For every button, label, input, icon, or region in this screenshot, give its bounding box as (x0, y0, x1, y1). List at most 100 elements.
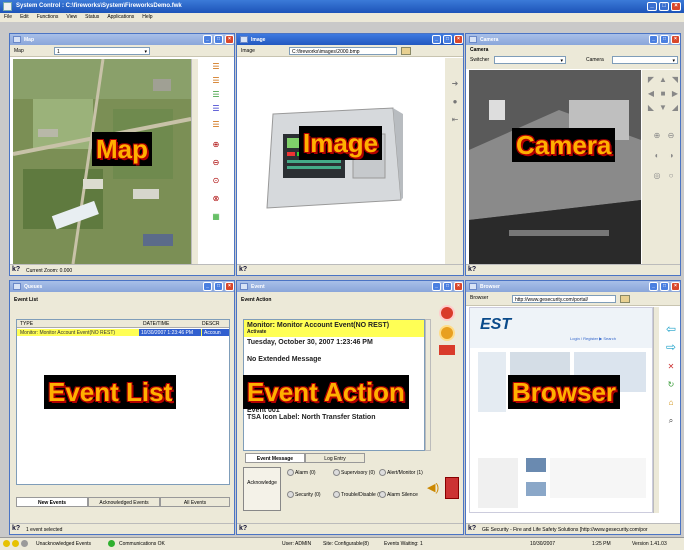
layer-icon[interactable]: ☰ (209, 89, 223, 101)
fire-alarm-icon[interactable] (445, 477, 459, 499)
browser-address-input[interactable]: http://www.gesecurity.com/portal/ (512, 295, 616, 303)
menu-view[interactable]: View (66, 14, 77, 21)
alarm-stop-icon[interactable] (439, 305, 455, 321)
arrow-left-icon[interactable]: ⇤ (448, 114, 462, 126)
minimize-icon[interactable]: _ (647, 2, 657, 11)
row-type: Monitor: Monitor Account Event(NO REST) (20, 330, 116, 336)
camera-close-icon[interactable]: × (671, 35, 680, 44)
close-icon[interactable]: × (671, 2, 681, 11)
camera-video-feed[interactable] (469, 70, 641, 264)
zoom-out-icon[interactable]: ⊖ (209, 157, 223, 169)
maximize-icon[interactable]: □ (659, 2, 669, 11)
browser-maximize-icon[interactable]: □ (660, 282, 669, 291)
event-extended: No Extended Message (247, 356, 322, 363)
column-header-datetime[interactable]: DATE/TIME (143, 321, 169, 327)
acknowledge-button[interactable]: Acknowledge (243, 467, 281, 511)
map-minimize-icon[interactable]: _ (203, 35, 212, 44)
grid-icon[interactable]: ▦ (209, 211, 223, 223)
menu-edit[interactable]: Edit (20, 14, 29, 21)
help-icon[interactable]: k? (12, 266, 20, 273)
camera-select[interactable]: ▾ (612, 56, 678, 64)
disable-icon[interactable] (439, 325, 455, 341)
tab-log-entry[interactable]: Log Entry (305, 453, 365, 463)
browser-close-icon[interactable]: × (671, 282, 680, 291)
arrow-up-right-icon[interactable]: ◥ (668, 74, 680, 86)
chevron-down-icon: ▾ (144, 49, 147, 55)
zoom-in-icon[interactable]: ⊕ (650, 130, 664, 142)
zoom-fit-icon[interactable]: ⊗ (209, 193, 223, 205)
table-row[interactable]: Monitor: Monitor Account Event(NO REST) … (17, 329, 229, 336)
refresh-icon[interactable]: ↻ (664, 379, 678, 391)
browser-minimize-icon[interactable]: _ (649, 282, 658, 291)
image-minimize-icon[interactable]: _ (432, 35, 441, 44)
queues-maximize-icon[interactable]: □ (214, 282, 223, 291)
help-icon[interactable]: k? (468, 525, 476, 532)
arrow-right-icon[interactable]: ➜ (448, 78, 462, 90)
map-layer-select[interactable]: 1 ▾ (54, 47, 150, 55)
menu-help[interactable]: Help (142, 14, 152, 21)
forward-arrow-icon[interactable]: ⇨ (664, 341, 678, 353)
speaker-icon[interactable]: ◀) (427, 481, 439, 494)
help-icon[interactable]: k? (12, 525, 20, 532)
web-login-link[interactable]: Login / Register ▶ Search (570, 336, 616, 341)
help-icon[interactable]: k? (239, 266, 247, 273)
image-close-icon[interactable]: × (454, 35, 463, 44)
image-maximize-icon[interactable]: □ (443, 35, 452, 44)
zoom-out-icon[interactable]: ⊖ (664, 130, 678, 142)
back-arrow-icon[interactable]: ⇦ (664, 323, 678, 335)
tab-new-events[interactable]: New Events (16, 497, 88, 507)
image-pane-icon (240, 36, 248, 43)
queues-minimize-icon[interactable]: _ (203, 282, 212, 291)
layer-icon[interactable]: ☰ (209, 103, 223, 115)
camera-maximize-icon[interactable]: □ (660, 35, 669, 44)
arrow-down-right-icon[interactable]: ◢ (668, 102, 680, 114)
layer-icon[interactable]: ☰ (209, 119, 223, 131)
event-maximize-icon[interactable]: □ (443, 282, 452, 291)
focus-far-icon[interactable]: ◑ (664, 150, 678, 162)
column-header-descr[interactable]: DESCR (202, 321, 220, 327)
column-header-type[interactable]: TYPE (20, 321, 33, 327)
image-path-select[interactable]: C:\fireworks\images\2000.bmp (289, 47, 397, 55)
map-scrollbar[interactable] (191, 59, 198, 264)
layer-icon[interactable]: ☰ (209, 61, 223, 73)
comm-status: Communications OK (119, 541, 165, 547)
event-minimize-icon[interactable]: _ (432, 282, 441, 291)
help-icon[interactable]: k? (239, 525, 247, 532)
layer-icon[interactable]: ☰ (209, 75, 223, 87)
event-pane-icon (240, 283, 248, 290)
tab-event-message[interactable]: Event Message (245, 453, 305, 463)
event-close-icon[interactable]: × (454, 282, 463, 291)
zoom-icon[interactable]: ⊙ (209, 175, 223, 187)
zoom-in-icon[interactable]: ⊕ (209, 139, 223, 151)
menu-functions[interactable]: Functions (37, 14, 59, 21)
queues-close-icon[interactable]: × (225, 282, 234, 291)
camera-minimize-icon[interactable]: _ (649, 35, 658, 44)
menu-status[interactable]: Status (85, 14, 99, 21)
search-icon[interactable]: ⌕ (664, 415, 678, 427)
folder-icon[interactable] (401, 47, 411, 55)
help-icon[interactable]: k? (468, 266, 476, 273)
arrow-right-icon[interactable]: ▶ (668, 88, 680, 100)
event-scrollbar[interactable] (425, 319, 431, 451)
tab-all-events[interactable]: All Events (160, 497, 230, 507)
map-zoom-status: Current Zoom: 0.000 (26, 268, 73, 274)
beacon-icon[interactable] (439, 345, 455, 355)
iris-open-icon[interactable]: ◎ (650, 170, 664, 182)
iris-close-icon[interactable]: ○ (664, 170, 678, 182)
stop-icon[interactable]: ✕ (664, 361, 678, 373)
map-maximize-icon[interactable]: □ (214, 35, 223, 44)
switcher-select[interactable]: ▾ (494, 56, 566, 64)
browser-web-view[interactable]: EST Login / Register ▶ Search (469, 307, 653, 513)
go-icon[interactable] (620, 295, 630, 303)
browser-overlay-label: Browser (508, 375, 621, 409)
home-icon[interactable]: ⌂ (664, 397, 678, 409)
event-pane-title-bar: Event _ □ × (237, 281, 463, 292)
menu-applications[interactable]: Applications (107, 14, 134, 21)
tab-acknowledged-events[interactable]: Acknowledged Events (88, 497, 160, 507)
focus-near-icon[interactable]: ◐ (650, 150, 664, 162)
browser-scrollbar[interactable] (653, 307, 659, 513)
yellow-light-icon (12, 540, 19, 547)
map-close-icon[interactable]: × (225, 35, 234, 44)
menu-file[interactable]: File (4, 14, 12, 21)
circle-icon[interactable]: ● (448, 96, 462, 108)
